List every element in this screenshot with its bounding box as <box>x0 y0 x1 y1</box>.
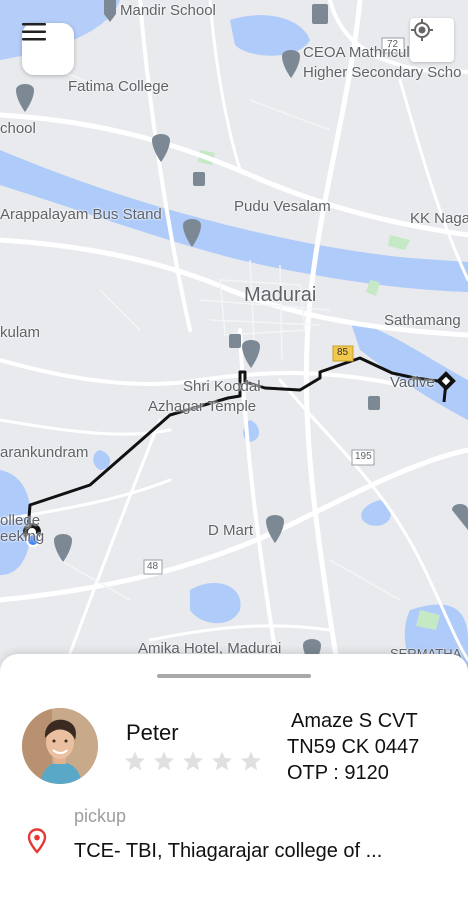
map-label: eeking <box>0 528 45 545</box>
road-number: 72 <box>387 39 399 50</box>
star-icon <box>241 751 261 771</box>
map-label: Sathamang <box>384 312 461 329</box>
pickup-address[interactable]: TCE- TBI, Thiagarajar college of ... <box>74 840 382 863</box>
star-icon <box>183 751 203 771</box>
pickup-label: pickup <box>74 806 127 826</box>
hamburger-menu-icon <box>22 23 46 41</box>
map-label: kulam <box>0 324 41 341</box>
map-label: Mandir School <box>120 2 216 19</box>
menu-button[interactable] <box>22 23 74 75</box>
driver-avatar <box>22 708 98 784</box>
driver-name: Peter <box>126 720 179 745</box>
map-label: KK Naga <box>410 210 468 227</box>
star-icon <box>212 751 232 771</box>
license-plate: TN59 CK 0447 <box>287 736 420 758</box>
map-label: Shri Koodal <box>183 378 261 395</box>
my-location-icon <box>411 19 433 41</box>
driver-photo <box>22 708 98 784</box>
star-icon <box>154 751 174 771</box>
star-icon <box>125 751 145 771</box>
vehicle-info: Amaze S CVT TN59 CK 0447 OTP : 9120 <box>287 708 419 786</box>
map-label: Fatima College <box>68 78 169 95</box>
map-label: chool <box>0 120 36 137</box>
map-view[interactable]: Mandir School CEOA Mathriculation Higher… <box>0 0 468 680</box>
map-label: Arappalayam Bus Stand <box>0 206 162 223</box>
road-number: 85 <box>337 347 349 358</box>
map-label: arankundram <box>0 444 89 461</box>
map-label: ollege <box>0 512 41 529</box>
car-model: Amaze S CVT <box>291 710 418 732</box>
otp-code: OTP : 9120 <box>287 762 389 784</box>
map-label: Pudu Vesalam <box>234 198 331 215</box>
map-label: Higher Secondary Scho <box>303 64 462 81</box>
drag-handle[interactable] <box>157 674 311 678</box>
map-label-city: Madurai <box>244 284 317 306</box>
trip-details-sheet[interactable]: Peter Amaze S CVT TN59 CK 0447 OTP : 912… <box>0 654 468 900</box>
location-pin-icon <box>27 828 47 854</box>
map-label: Azhagar Temple <box>148 398 257 415</box>
driver-rating <box>124 750 262 772</box>
road-number: 195 <box>355 451 372 462</box>
my-location-button[interactable] <box>410 18 454 62</box>
road-number: 48 <box>147 561 159 572</box>
map-label: Vadive <box>390 374 435 391</box>
map-canvas <box>0 0 468 680</box>
map-label: D Mart <box>208 522 253 539</box>
